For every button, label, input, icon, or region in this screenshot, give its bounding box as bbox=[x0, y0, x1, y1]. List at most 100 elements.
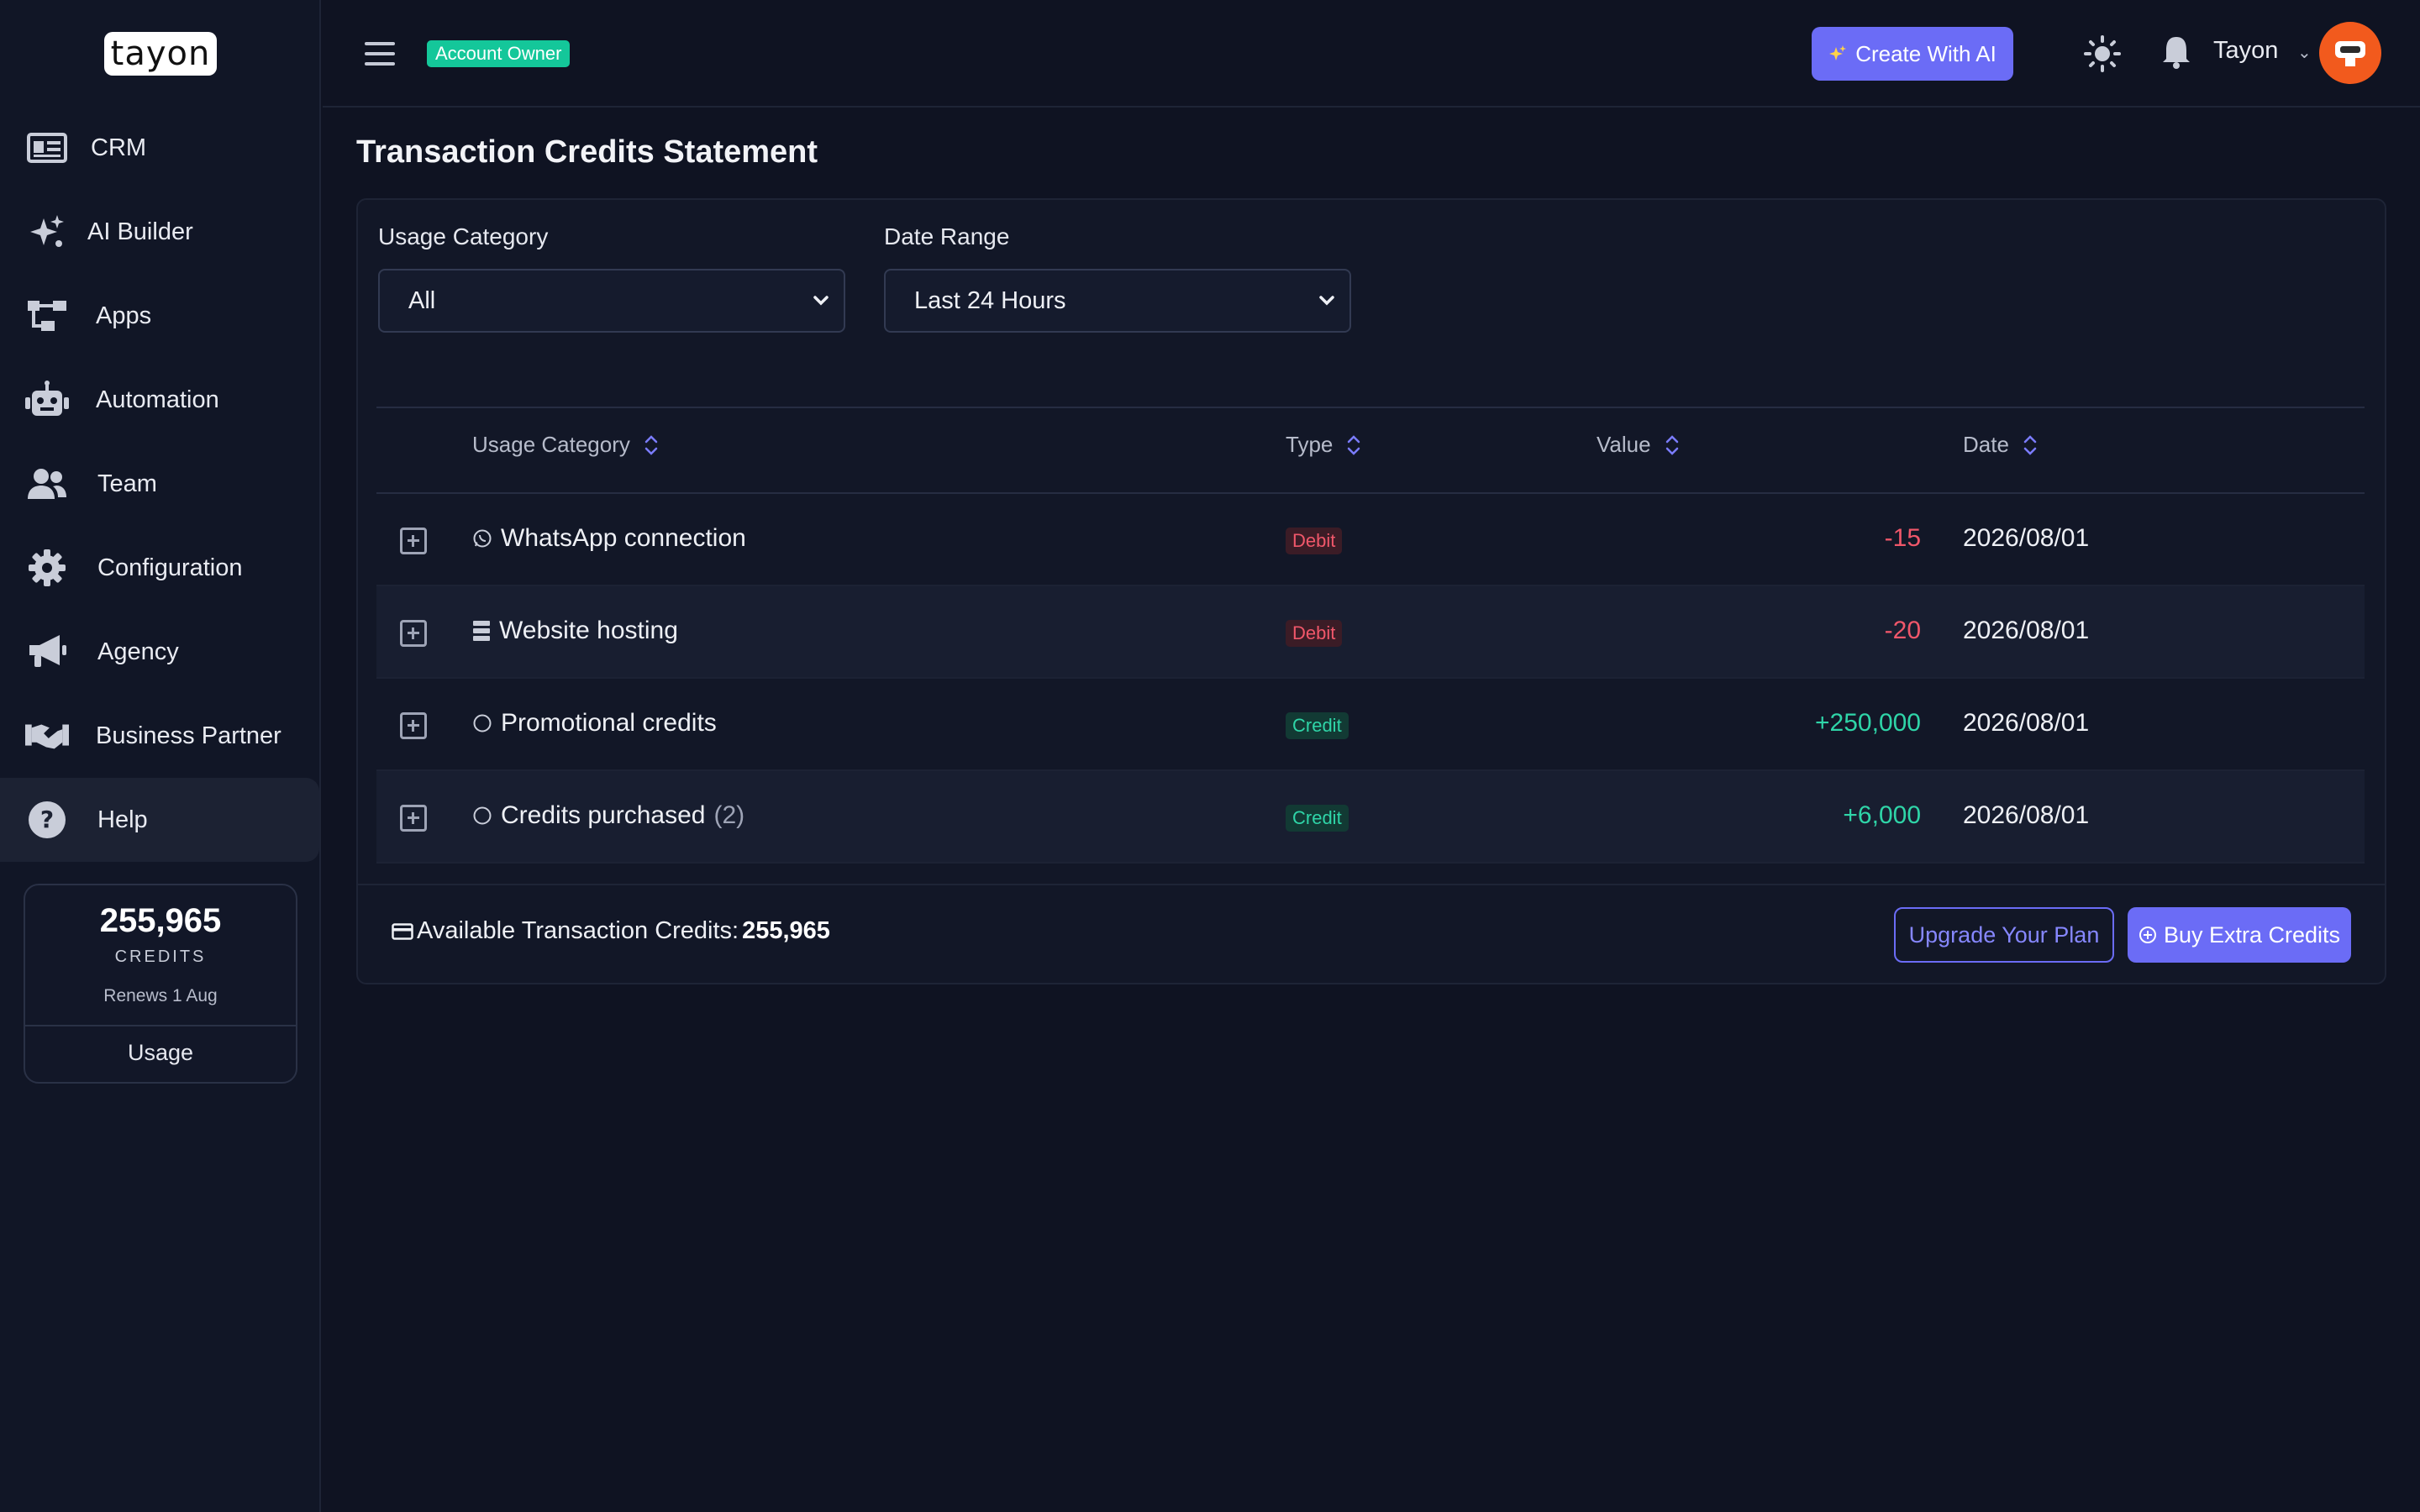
table-row: Website hosting Debit -20 2026/08/01 bbox=[376, 586, 2365, 679]
upgrade-plan-label: Upgrade Your Plan bbox=[1908, 921, 2100, 948]
circle-icon bbox=[473, 714, 492, 732]
row-value: -20 bbox=[1884, 617, 1921, 644]
column-header-type[interactable]: Type bbox=[1286, 432, 1361, 458]
robot-icon bbox=[25, 378, 69, 422]
expand-row-icon[interactable] bbox=[400, 528, 427, 554]
create-with-ai-label: Create With AI bbox=[1855, 40, 1996, 66]
menu-toggle-icon[interactable] bbox=[365, 42, 395, 66]
sidebar-item-agency[interactable]: Agency bbox=[0, 610, 321, 694]
usage-category-filter-label: Usage Category bbox=[378, 223, 549, 249]
type-badge: Credit bbox=[1286, 805, 1349, 832]
usage-category-select-value: All bbox=[408, 286, 436, 314]
sidebar-item-label: Team bbox=[97, 470, 157, 497]
sort-icon bbox=[1665, 434, 1678, 455]
upgrade-plan-button[interactable]: Upgrade Your Plan bbox=[1894, 907, 2114, 963]
divider bbox=[376, 407, 2365, 408]
date-range-select[interactable]: Last 24 Hours bbox=[884, 269, 1351, 333]
usage-link[interactable]: Usage bbox=[25, 1040, 296, 1066]
user-name[interactable]: Tayon bbox=[2213, 37, 2278, 65]
plus-circle-icon bbox=[2139, 927, 2156, 943]
chevron-down-icon bbox=[813, 296, 829, 306]
sort-icon bbox=[1348, 434, 1360, 455]
sparkles-icon bbox=[25, 210, 69, 254]
table-row: WhatsApp connection Debit -15 2026/08/01 bbox=[376, 494, 2365, 586]
sidebar-item-label: Automation bbox=[96, 386, 219, 413]
column-header-label: Date bbox=[1963, 432, 2009, 457]
row-date: 2026/08/01 bbox=[1963, 709, 2090, 737]
megaphone-icon bbox=[25, 630, 69, 674]
avatar[interactable] bbox=[2319, 22, 2381, 84]
column-header-date[interactable]: Date bbox=[1963, 432, 2038, 458]
sidebar-item-team[interactable]: Team bbox=[0, 442, 321, 526]
credits-renewal: Renews 1 Aug bbox=[103, 986, 218, 1005]
sidebar-item-label: AI Builder bbox=[87, 218, 193, 245]
row-category: Promotional credits bbox=[472, 709, 717, 738]
sidebar-item-label: Help bbox=[97, 806, 148, 833]
sidebar-item-ai-builder[interactable]: AI Builder bbox=[0, 190, 321, 274]
brand-logo-text: tayon bbox=[110, 34, 211, 73]
chevron-down-icon[interactable]: ⌄ bbox=[2297, 42, 2312, 63]
type-badge: Credit bbox=[1286, 712, 1349, 739]
server-icon bbox=[473, 621, 490, 641]
usage-category-select[interactable]: All bbox=[378, 269, 845, 333]
users-icon bbox=[25, 462, 69, 506]
sidebar-item-label: CRM bbox=[91, 134, 147, 161]
credits-card: 255,965 CREDITS Renews 1 Aug Usage bbox=[24, 884, 297, 1084]
credits-amount: 255,965 bbox=[99, 902, 222, 939]
row-value: -15 bbox=[1884, 524, 1921, 552]
type-badge: Debit bbox=[1286, 620, 1343, 647]
sidebar-item-label: Agency bbox=[97, 638, 179, 665]
column-header-usage-category[interactable]: Usage Category bbox=[472, 432, 659, 458]
sidebar-item-crm[interactable]: CRM bbox=[0, 106, 321, 190]
sort-icon bbox=[644, 434, 658, 455]
row-category-label: Website hosting bbox=[499, 617, 678, 644]
create-with-ai-button[interactable]: Create With AI bbox=[1812, 27, 2013, 81]
notifications-bell-icon[interactable] bbox=[2160, 34, 2196, 71]
row-date: 2026/08/01 bbox=[1963, 524, 2090, 552]
sidebar: tayon CRM AI Builder Apps Automation Tea… bbox=[0, 0, 321, 1512]
sidebar-item-automation[interactable]: Automation bbox=[0, 358, 321, 442]
theme-toggle-sun-icon[interactable] bbox=[2084, 35, 2121, 72]
column-header-value[interactable]: Value bbox=[1597, 432, 1680, 458]
help-circle-icon: ? bbox=[25, 798, 69, 842]
page-title: Transaction Credits Statement bbox=[356, 134, 818, 170]
row-date: 2026/08/01 bbox=[1963, 617, 2090, 644]
gear-icon bbox=[25, 546, 69, 590]
brand-logo[interactable]: tayon bbox=[104, 32, 217, 76]
sort-icon bbox=[2023, 434, 2037, 455]
sidebar-item-label: Business Partner bbox=[96, 722, 281, 749]
date-range-select-value: Last 24 Hours bbox=[914, 286, 1066, 314]
svg-text:?: ? bbox=[40, 806, 54, 833]
buy-extra-credits-button[interactable]: Buy Extra Credits bbox=[2128, 907, 2351, 963]
sidebar-item-label: Configuration bbox=[97, 554, 243, 581]
expand-row-icon[interactable] bbox=[400, 805, 427, 832]
topbar: Account Owner Create With AI Tayon ⌄ bbox=[323, 0, 2420, 108]
available-credits: Available Transaction Credits: 255,965 bbox=[392, 917, 830, 945]
sidebar-item-label: Apps bbox=[96, 302, 152, 329]
table-row: Promotional credits Credit +250,000 2026… bbox=[376, 679, 2365, 771]
row-date: 2026/08/01 bbox=[1963, 801, 2090, 829]
apps-flow-icon bbox=[25, 294, 69, 338]
sidebar-item-help[interactable]: ? Help bbox=[0, 778, 319, 862]
role-badge: Account Owner bbox=[427, 40, 571, 67]
expand-row-icon[interactable] bbox=[400, 620, 427, 647]
column-header-label: Type bbox=[1286, 432, 1334, 457]
row-category-label: WhatsApp connection bbox=[501, 524, 746, 552]
row-count: (2) bbox=[713, 801, 745, 829]
date-range-filter-label: Date Range bbox=[884, 223, 1010, 249]
row-category: Website hosting bbox=[472, 617, 678, 645]
expand-row-icon[interactable] bbox=[400, 712, 427, 739]
available-credits-value: 255,965 bbox=[742, 917, 830, 944]
type-badge: Debit bbox=[1286, 528, 1343, 554]
handshake-icon bbox=[25, 714, 69, 758]
row-value: +250,000 bbox=[1815, 709, 1921, 737]
sidebar-item-business-partner[interactable]: Business Partner bbox=[0, 694, 321, 778]
sparkles-icon bbox=[1829, 45, 1847, 60]
row-category: Credits purchased (2) bbox=[472, 801, 744, 830]
id-card-icon bbox=[25, 126, 69, 170]
sidebar-item-apps[interactable]: Apps bbox=[0, 274, 321, 358]
column-header-label: Value bbox=[1597, 432, 1651, 457]
sidebar-item-configuration[interactable]: Configuration bbox=[0, 526, 321, 610]
row-category-label: Credits purchased bbox=[501, 801, 706, 829]
available-credits-label: Available Transaction Credits: bbox=[417, 917, 739, 944]
